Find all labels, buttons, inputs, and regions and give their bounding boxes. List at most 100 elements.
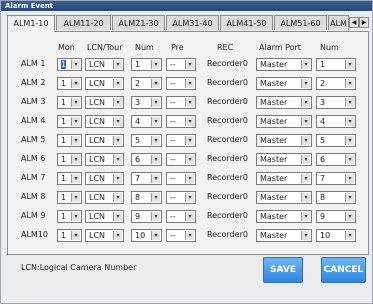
- chevron-down-icon[interactable]: ▾: [113, 212, 122, 221]
- chevron-down-icon[interactable]: ▾: [345, 193, 354, 202]
- chevron-down-icon[interactable]: ▾: [185, 98, 194, 107]
- chevron-down-icon[interactable]: ▾: [301, 212, 310, 221]
- alarm-port-select[interactable]: Master ▾: [256, 115, 312, 128]
- chevron-down-icon[interactable]: ▾: [113, 193, 122, 202]
- pre-select[interactable]: -- ▾: [166, 115, 196, 128]
- mon-select[interactable]: 1 ▾: [57, 191, 82, 204]
- chevron-down-icon[interactable]: ▾: [301, 60, 310, 69]
- num-select[interactable]: 1 ▾: [131, 58, 162, 71]
- alarm-port-select[interactable]: Master ▾: [256, 153, 312, 166]
- num-select[interactable]: 2 ▾: [131, 77, 162, 90]
- alarm-port-select[interactable]: Master ▾: [256, 96, 312, 109]
- chevron-down-icon[interactable]: ▾: [113, 117, 122, 126]
- num-select[interactable]: 4 ▾: [131, 115, 162, 128]
- chevron-down-icon[interactable]: ▾: [185, 60, 194, 69]
- chevron-down-icon[interactable]: ▾: [185, 212, 194, 221]
- num-select[interactable]: 5 ▾: [131, 134, 162, 147]
- num-select[interactable]: 10 ▾: [131, 229, 162, 242]
- chevron-down-icon[interactable]: ▾: [345, 136, 354, 145]
- num-select[interactable]: 8 ▾: [131, 191, 162, 204]
- mon-select[interactable]: 1 ▾: [57, 134, 82, 147]
- mon-select[interactable]: 1 ▾: [57, 210, 82, 223]
- chevron-down-icon[interactable]: ▾: [185, 174, 194, 183]
- pre-select[interactable]: -- ▾: [166, 191, 196, 204]
- save-button[interactable]: SAVE: [263, 257, 303, 283]
- port-num-select[interactable]: 3 ▾: [316, 96, 356, 109]
- tab-scroll-left-icon[interactable]: ◀: [349, 17, 359, 28]
- port-num-select[interactable]: 5 ▾: [316, 134, 356, 147]
- port-num-select[interactable]: 1 ▾: [316, 58, 356, 71]
- lcn-tour-select[interactable]: LCN ▾: [85, 77, 124, 90]
- mon-select[interactable]: 1 ▾: [57, 115, 82, 128]
- num-select[interactable]: 3 ▾: [131, 96, 162, 109]
- alarm-port-select[interactable]: Master ▾: [256, 210, 312, 223]
- chevron-down-icon[interactable]: ▾: [301, 231, 310, 240]
- chevron-down-icon[interactable]: ▾: [301, 79, 310, 88]
- chevron-down-icon[interactable]: ▾: [301, 98, 310, 107]
- chevron-down-icon[interactable]: ▾: [113, 79, 122, 88]
- lcn-tour-select[interactable]: LCN ▾: [85, 172, 124, 185]
- tab-alm31-40[interactable]: ALM31-40: [166, 15, 219, 30]
- chevron-down-icon[interactable]: ▾: [71, 60, 80, 69]
- chevron-down-icon[interactable]: ▾: [151, 79, 160, 88]
- alarm-port-select[interactable]: Master ▾: [256, 77, 312, 90]
- chevron-down-icon[interactable]: ▾: [301, 136, 310, 145]
- chevron-down-icon[interactable]: ▾: [345, 60, 354, 69]
- num-select[interactable]: 9 ▾: [131, 210, 162, 223]
- pre-select[interactable]: -- ▾: [166, 172, 196, 185]
- chevron-down-icon[interactable]: ▾: [185, 79, 194, 88]
- chevron-down-icon[interactable]: ▾: [113, 155, 122, 164]
- chevron-down-icon[interactable]: ▾: [151, 155, 160, 164]
- chevron-down-icon[interactable]: ▾: [71, 98, 80, 107]
- chevron-down-icon[interactable]: ▾: [301, 155, 310, 164]
- lcn-tour-select[interactable]: LCN ▾: [85, 115, 124, 128]
- mon-select[interactable]: 1 ▾: [57, 172, 82, 185]
- chevron-down-icon[interactable]: ▾: [185, 193, 194, 202]
- chevron-down-icon[interactable]: ▾: [345, 98, 354, 107]
- chevron-down-icon[interactable]: ▾: [185, 117, 194, 126]
- chevron-down-icon[interactable]: ▾: [151, 98, 160, 107]
- chevron-down-icon[interactable]: ▾: [185, 231, 194, 240]
- tab-alm11-20[interactable]: ALM11-20: [56, 15, 111, 30]
- chevron-down-icon[interactable]: ▾: [345, 212, 354, 221]
- lcn-tour-select[interactable]: LCN ▾: [85, 229, 124, 242]
- pre-select[interactable]: -- ▾: [166, 134, 196, 147]
- pre-select[interactable]: -- ▾: [166, 153, 196, 166]
- port-num-select[interactable]: 6 ▾: [316, 153, 356, 166]
- mon-select[interactable]: 1 ▾: [57, 153, 82, 166]
- chevron-down-icon[interactable]: ▾: [113, 136, 122, 145]
- chevron-down-icon[interactable]: ▾: [151, 60, 160, 69]
- alarm-port-select[interactable]: Master ▾: [256, 229, 312, 242]
- mon-select[interactable]: 1 ▾: [57, 77, 82, 90]
- tab-alm41-50[interactable]: ALM41-50: [220, 15, 273, 30]
- lcn-tour-select[interactable]: LCN ▾: [85, 210, 124, 223]
- lcn-tour-select[interactable]: LCN ▾: [85, 96, 124, 109]
- mon-select[interactable]: 1 ▾: [57, 229, 82, 242]
- lcn-tour-select[interactable]: LCN ▾: [85, 58, 124, 71]
- chevron-down-icon[interactable]: ▾: [71, 231, 80, 240]
- pre-select[interactable]: -- ▾: [166, 58, 196, 71]
- mon-select[interactable]: 1 ▾: [57, 58, 82, 71]
- pre-select[interactable]: -- ▾: [166, 96, 196, 109]
- tab-alm51-60[interactable]: ALM51-60: [274, 15, 327, 30]
- mon-select[interactable]: 1 ▾: [57, 96, 82, 109]
- alarm-port-select[interactable]: Master ▾: [256, 191, 312, 204]
- chevron-down-icon[interactable]: ▾: [71, 174, 80, 183]
- lcn-tour-select[interactable]: LCN ▾: [85, 153, 124, 166]
- lcn-tour-select[interactable]: LCN ▾: [85, 134, 124, 147]
- alarm-port-select[interactable]: Master ▾: [256, 58, 312, 71]
- port-num-select[interactable]: 10 ▾: [316, 229, 356, 242]
- tab-alm21-30[interactable]: ALM21-30: [112, 15, 165, 30]
- pre-select[interactable]: -- ▾: [166, 210, 196, 223]
- chevron-down-icon[interactable]: ▾: [113, 174, 122, 183]
- chevron-down-icon[interactable]: ▾: [345, 174, 354, 183]
- tab-alm1-10[interactable]: ALM1-10: [7, 15, 55, 32]
- chevron-down-icon[interactable]: ▾: [71, 155, 80, 164]
- chevron-down-icon[interactable]: ▾: [151, 136, 160, 145]
- pre-select[interactable]: -- ▾: [166, 229, 196, 242]
- chevron-down-icon[interactable]: ▾: [345, 117, 354, 126]
- chevron-down-icon[interactable]: ▾: [301, 174, 310, 183]
- chevron-down-icon[interactable]: ▾: [151, 174, 160, 183]
- pre-select[interactable]: -- ▾: [166, 77, 196, 90]
- chevron-down-icon[interactable]: ▾: [151, 193, 160, 202]
